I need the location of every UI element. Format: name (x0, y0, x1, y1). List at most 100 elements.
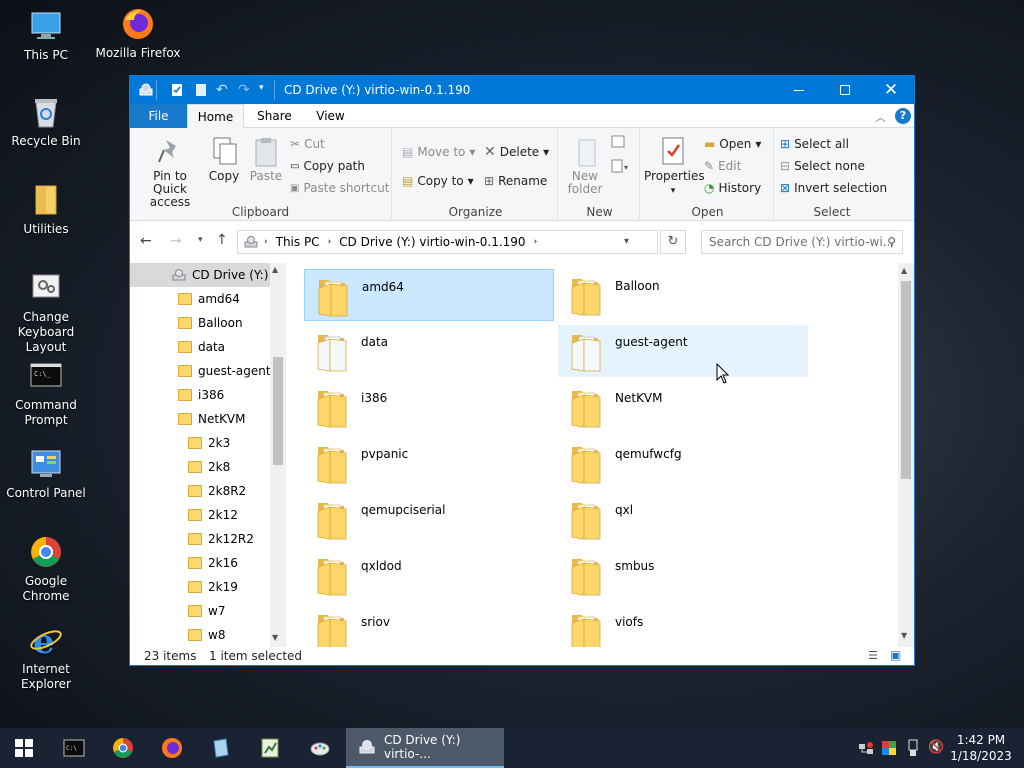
maximize-button[interactable] (822, 76, 868, 104)
nav-subitem[interactable]: 2k8 (188, 455, 230, 479)
file-item[interactable]: amd64 (304, 269, 554, 321)
file-item[interactable]: sriov (304, 605, 554, 647)
scroll-up-icon[interactable]: ▲ (272, 265, 278, 274)
desktop-icon-control-panel[interactable]: Control Panel (0, 446, 92, 501)
move-to-button[interactable]: ▤ Move to ▾ (402, 142, 475, 162)
large-icons-view-icon[interactable]: ▣ (890, 648, 901, 662)
content-scrollbar[interactable]: ▲ ▼ (898, 263, 914, 647)
scroll-up-icon[interactable]: ▲ (901, 266, 907, 275)
content-scrollbar-thumb[interactable] (901, 281, 911, 479)
desktop-icon-firefox[interactable]: Mozilla Firefox (92, 6, 184, 61)
taskbar-app-notes[interactable] (197, 728, 245, 768)
breadcrumb-this-pc[interactable]: This PC (276, 235, 320, 249)
copy-path-button[interactable]: ▭ Copy path (290, 156, 365, 176)
file-item[interactable]: viofs (558, 605, 808, 647)
properties-button[interactable]: Properties ▾ (644, 132, 705, 198)
title-bar[interactable]: ↶ ↷ ▾ CD Drive (Y:) virtio-win-0.1.190 ✕ (130, 76, 914, 104)
rename-button[interactable]: ⊞ Rename (484, 171, 547, 191)
nav-item[interactable]: guest-agent (178, 359, 271, 383)
desktop-icon-google-chrome[interactable]: Google Chrome (0, 534, 92, 604)
delete-button[interactable]: ✕ Delete ▾ (484, 142, 549, 162)
close-button[interactable]: ✕ (868, 76, 914, 104)
scroll-down-icon[interactable]: ▼ (272, 633, 278, 642)
invert-selection-button[interactable]: ⊠ Invert selection (780, 178, 887, 198)
nav-subitem[interactable]: 2k19 (188, 575, 238, 599)
scroll-down-icon[interactable]: ▼ (901, 631, 907, 640)
taskbar-chrome[interactable] (99, 728, 147, 768)
nav-subitem[interactable]: w7 (188, 599, 225, 623)
nav-item-cd-drive[interactable]: CD Drive (Y:) vi (130, 263, 283, 287)
undo-icon[interactable]: ↶ (216, 82, 228, 98)
new-item-icon[interactable] (610, 134, 632, 150)
help-icon[interactable]: ? (895, 108, 911, 124)
desktop-icon-change-keyboard-layout[interactable]: Change Keyboard Layout (0, 270, 92, 355)
pin-to-quick-access-button[interactable]: Pin to Quick access (136, 132, 204, 209)
copy-button[interactable]: Copy (206, 132, 242, 183)
redo-icon[interactable]: ↷ (238, 82, 250, 98)
details-view-icon[interactable]: ☰ (868, 649, 878, 662)
desktop-icon-internet-explorer[interactable]: e Internet Explorer (0, 622, 92, 692)
file-item[interactable]: guest-agent (558, 325, 808, 377)
search-box[interactable]: Search CD Drive (Y:) virtio-wi... ⚲ (701, 230, 903, 254)
taskbar-app-paint[interactable] (296, 728, 344, 768)
file-item[interactable]: NetKVM (558, 381, 808, 433)
tab-file[interactable]: File (130, 104, 187, 128)
paste-shortcut-button[interactable]: ▣ Paste shortcut (290, 178, 389, 198)
up-arrow-icon[interactable]: ↑ (216, 232, 228, 248)
start-button[interactable] (0, 728, 48, 768)
file-item[interactable]: data (304, 325, 554, 377)
desktop-icon-this-pc[interactable]: This PC (0, 8, 92, 63)
edit-button[interactable]: ✎ Edit (704, 156, 741, 176)
desktop-icon-utilities[interactable]: Utilities (0, 182, 92, 237)
nav-subitem[interactable]: 2k16 (188, 551, 238, 575)
taskbar-explorer-window[interactable]: CD Drive (Y:) virtio-... (346, 728, 504, 768)
tab-home[interactable]: Home (187, 104, 244, 129)
nav-item[interactable]: amd64 (178, 287, 240, 311)
nav-item[interactable]: data (178, 335, 225, 359)
file-item[interactable]: i386 (304, 381, 554, 433)
nav-item[interactable]: i386 (178, 383, 224, 407)
nav-subitem[interactable]: 2k12 (188, 503, 238, 527)
minimize-ribbon-icon[interactable]: ︿ (875, 109, 886, 125)
nav-scrollbar[interactable]: ▲ ▼ (270, 263, 286, 647)
address-bar[interactable]: › This PC › CD Drive (Y:) virtio-win-0.1… (237, 230, 658, 254)
select-all-button[interactable]: ⊞ Select all (780, 134, 849, 154)
select-none-button[interactable]: ⊟ Select none (780, 156, 865, 176)
network-icon[interactable] (858, 740, 874, 756)
cut-button[interactable]: ✂ Cut (290, 134, 325, 154)
new-folder-button[interactable]: New folder (564, 132, 606, 196)
taskbar-firefox[interactable] (148, 728, 196, 768)
nav-item[interactable]: Balloon (178, 311, 243, 335)
file-item[interactable]: qemupciserial (304, 493, 554, 545)
refresh-button[interactable]: ↻ (660, 230, 686, 254)
taskbar-cmd[interactable]: C:\ (50, 728, 98, 768)
file-item[interactable]: pvpanic (304, 437, 554, 489)
minimize-button[interactable] (776, 76, 822, 104)
nav-subitem[interactable]: 2k3 (188, 431, 230, 455)
taskbar-app-chart[interactable] (246, 728, 294, 768)
color-app-icon[interactable] (881, 740, 897, 756)
copy-to-button[interactable]: ▤ Copy to ▾ (402, 171, 474, 191)
file-item[interactable]: smbus (558, 549, 808, 601)
file-item[interactable]: qemufwcfg (558, 437, 808, 489)
forward-arrow-icon[interactable]: → (170, 233, 182, 249)
nav-subitem[interactable]: w8 (188, 623, 225, 647)
nav-subitem[interactable]: 2k12R2 (188, 527, 254, 551)
breadcrumb-cd-drive[interactable]: CD Drive (Y:) virtio-win-0.1.190 (339, 235, 525, 249)
file-item[interactable]: qxldod (304, 549, 554, 601)
customize-quick-access-icon[interactable]: ▾ (259, 83, 264, 93)
nav-item[interactable]: NetKVM (178, 407, 246, 431)
desktop-icon-recycle-bin[interactable]: Recycle Bin (0, 94, 92, 149)
open-button[interactable]: ▬ Open ▾ (704, 134, 761, 154)
tab-share[interactable]: Share (246, 104, 303, 128)
clock[interactable]: 1:42 PM 1/18/2023 (944, 732, 1018, 764)
file-item[interactable]: qxl (558, 493, 808, 545)
volume-muted-icon[interactable]: 🔇 (928, 740, 944, 755)
tab-view[interactable]: View (302, 104, 359, 128)
nav-subitem[interactable]: 2k8R2 (188, 479, 246, 503)
desktop-icon-command-prompt[interactable]: C:\_ Command Prompt (0, 358, 92, 428)
paste-button[interactable]: Paste (246, 132, 286, 183)
properties-quick-icon[interactable] (170, 83, 184, 97)
history-button[interactable]: ◔ History (704, 178, 761, 198)
back-arrow-icon[interactable]: ← (140, 233, 152, 249)
